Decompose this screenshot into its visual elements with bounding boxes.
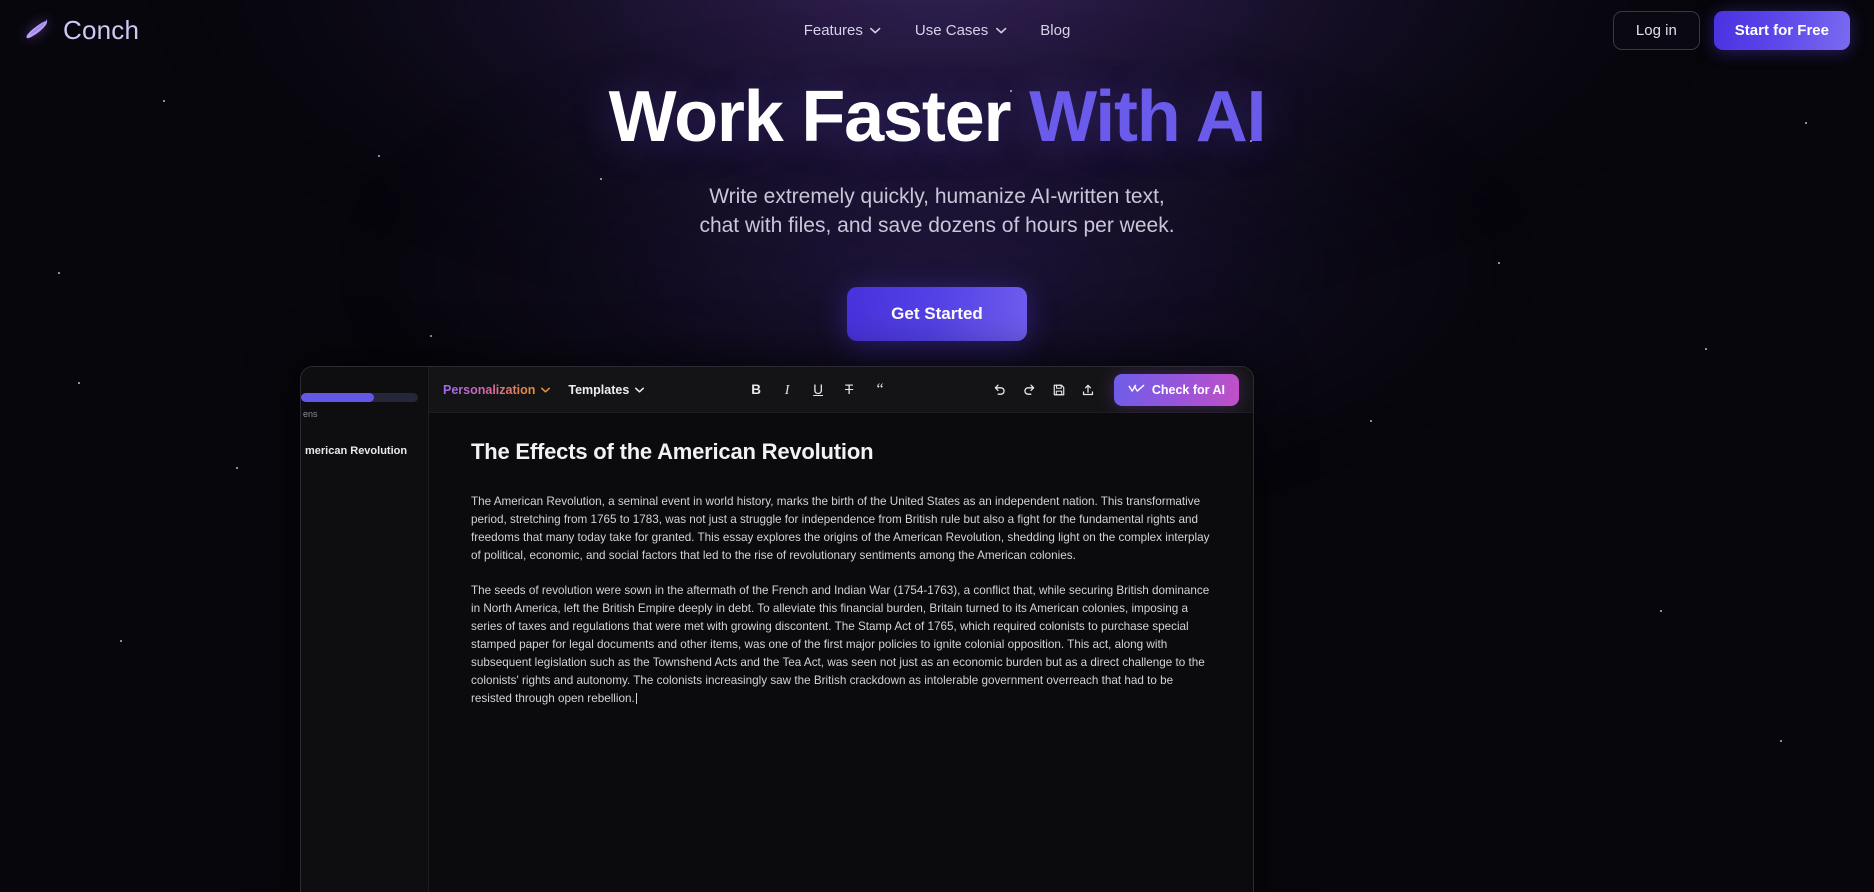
templates-label: Templates (568, 382, 630, 397)
upload-icon[interactable] (1081, 383, 1095, 397)
templates-dropdown[interactable]: Templates (568, 382, 645, 397)
nav-item-features[interactable]: Features (804, 22, 881, 39)
chevron-down-icon (870, 27, 881, 34)
chevron-down-icon (995, 27, 1006, 34)
nav-label: Use Cases (914, 21, 989, 39)
chevron-down-icon (635, 387, 645, 393)
check-for-ai-label: Check for AI (1151, 382, 1225, 397)
personalization-dropdown[interactable]: Personalization (443, 382, 551, 397)
usage-label: ens (303, 409, 318, 419)
text-format-group: B I U T “ (749, 381, 888, 399)
header-actions: Log in Start for Free (1612, 10, 1850, 50)
nav-label: Blog (1040, 21, 1071, 39)
hero-section: Work Faster With AI Write extremely quic… (0, 60, 1874, 342)
document-paragraph: The seeds of revolution were sown in the… (471, 582, 1211, 709)
document-editor[interactable]: The Effects of the American Revolution T… (429, 413, 1253, 892)
paragraph-text: The seeds of revolution were sown in the… (471, 583, 1210, 706)
document-body: The American Revolution, a seminal event… (471, 493, 1211, 708)
site-header: Conch Features Use Cases Blog Log in Sta… (0, 0, 1874, 60)
get-started-button[interactable]: Get Started (847, 287, 1027, 342)
hero-subtitle: Write extremely quickly, humanize AI-wri… (0, 182, 1874, 242)
nav-item-blog[interactable]: Blog (1040, 22, 1070, 39)
page-title: Work Faster With AI (0, 77, 1874, 157)
check-for-ai-button[interactable]: Check for AI (1113, 373, 1239, 406)
double-check-icon (1128, 383, 1145, 397)
sidebar-document-item[interactable]: merican Revolution (301, 439, 418, 463)
editor-main: Personalization Templates B I U T “ Chec… (429, 367, 1253, 892)
bold-button[interactable]: B (749, 381, 764, 399)
usage-progress-bar (301, 393, 418, 402)
conch-shell-icon (24, 16, 52, 44)
save-icon[interactable] (1052, 383, 1066, 397)
editor-actions-group: Check for AI (992, 373, 1239, 406)
redo-icon[interactable] (1022, 382, 1037, 397)
underline-button[interactable]: U (811, 381, 826, 399)
subtitle-line-2: chat with files, and save dozens of hour… (699, 214, 1175, 238)
document-title: The Effects of the American Revolution (471, 439, 874, 464)
subtitle-line-1: Write extremely quickly, humanize AI-wri… (709, 184, 1165, 208)
main-navigation: Features Use Cases Blog (804, 22, 1071, 39)
login-button[interactable]: Log in (1612, 10, 1700, 50)
usage-progress-fill (301, 393, 374, 402)
personalization-label: Personalization (443, 382, 536, 397)
nav-item-use-cases[interactable]: Use Cases (915, 22, 1006, 39)
text-caret (635, 693, 637, 705)
editor-toolbar: Personalization Templates B I U T “ Chec… (429, 367, 1253, 413)
editor-sidebar: ens merican Revolution (301, 367, 429, 892)
nav-label: Features (803, 21, 863, 39)
headline-plain: Work Faster (608, 77, 1030, 157)
cta-container: Get Started (0, 287, 1874, 342)
strikethrough-button[interactable]: T (842, 381, 857, 399)
blockquote-button[interactable]: “ (873, 381, 888, 399)
usage-meter: ens merican Revolution (301, 367, 428, 473)
italic-button[interactable]: I (780, 381, 795, 399)
editor-preview-panel: ens merican Revolution Personalization T… (300, 366, 1254, 892)
headline-accent: With AI (1029, 77, 1266, 157)
start-for-free-button[interactable]: Start for Free (1713, 10, 1850, 50)
brand-name: Conch (63, 14, 140, 45)
document-paragraph: The American Revolution, a seminal event… (471, 495, 1210, 563)
undo-icon[interactable] (992, 382, 1007, 397)
brand-logo[interactable]: Conch (24, 15, 139, 46)
chevron-down-icon (541, 387, 551, 393)
